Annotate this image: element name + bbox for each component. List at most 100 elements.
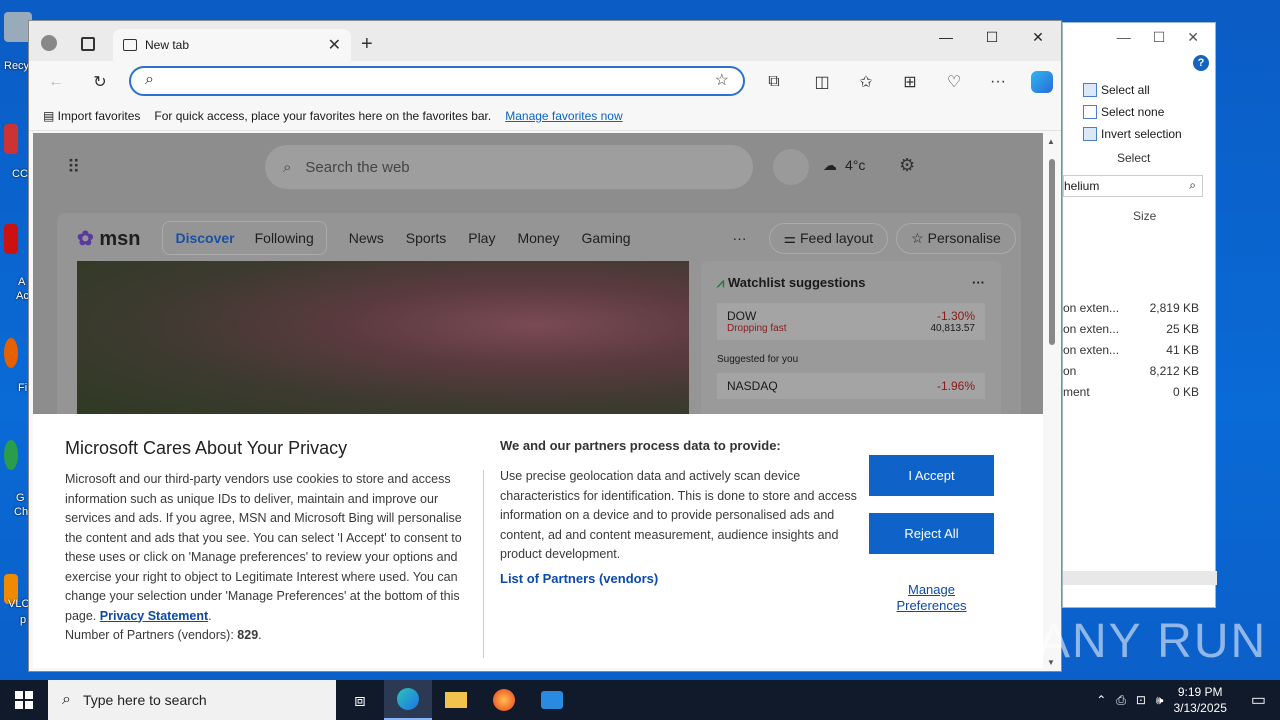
collections-icon[interactable]: ⊞: [899, 71, 921, 93]
file-row[interactable]: on exten... 25 KB: [1063, 322, 1199, 336]
close-icon[interactable]: ✕: [1015, 21, 1061, 53]
copilot-icon[interactable]: [1031, 71, 1053, 93]
page-scrollbar[interactable]: ▲ ▼: [1047, 137, 1057, 667]
page-settings-icon[interactable]: ⚙: [899, 155, 915, 176]
weather-widget[interactable]: ☁ 4°c: [823, 157, 865, 174]
suggested-label: Suggested for you: [717, 354, 799, 365]
msn-feed-card: ✿ msn Discover Following News Sports Pla…: [57, 213, 1021, 415]
nav-gaming[interactable]: Gaming: [582, 230, 631, 246]
new-tab-button[interactable]: +: [361, 33, 373, 56]
select-none-button[interactable]: Select none: [1083, 101, 1223, 123]
clock[interactable]: 9:19 PM 3/13/2025: [1173, 684, 1226, 716]
invert-selection-icon: [1083, 127, 1097, 141]
notifications-icon[interactable]: ▭: [1251, 690, 1266, 710]
msn-logo[interactable]: ✿ msn: [77, 226, 140, 251]
edge-browser-window: New tab ✕ + — ☐ ✕ ← ↻ ⌕ ☆ ⧉ ◫ ✩ ⊞ ♡ ··· …: [28, 20, 1062, 672]
invert-selection-label: Invert selection: [1101, 127, 1182, 141]
tab-new-tab[interactable]: New tab ✕: [113, 29, 351, 61]
nav-sports[interactable]: Sports: [406, 230, 446, 246]
nav-play[interactable]: Play: [468, 230, 495, 246]
reject-all-button[interactable]: Reject All: [869, 513, 994, 554]
select-group-label: Select: [1117, 151, 1151, 165]
minimize-icon[interactable]: —: [1117, 29, 1131, 45]
favorites-bar-message: For quick access, place your favorites h…: [154, 108, 492, 123]
more-options-icon[interactable]: ···: [972, 275, 985, 291]
volume-icon[interactable]: 🕪: [1156, 693, 1164, 708]
extensions-icon[interactable]: ⧉: [763, 71, 785, 93]
maximize-icon[interactable]: ☐: [969, 21, 1015, 53]
browser-essentials-icon[interactable]: ♡: [943, 71, 965, 93]
nav-more-icon[interactable]: ···: [733, 230, 747, 246]
maximize-icon[interactable]: ☐: [1153, 29, 1166, 46]
nav-money[interactable]: Money: [517, 230, 559, 246]
start-button[interactable]: [0, 680, 48, 720]
hero-image[interactable]: [77, 261, 689, 415]
file-row[interactable]: ment 0 KB: [1063, 385, 1199, 399]
partners-list-link[interactable]: List of Partners (vendors): [500, 571, 858, 586]
favorite-star-icon[interactable]: ☆: [715, 70, 729, 90]
profile-icon[interactable]: [41, 35, 57, 51]
invert-selection-button[interactable]: Invert selection: [1083, 123, 1223, 145]
file-row[interactable]: on exten... 2,819 KB: [1063, 301, 1199, 315]
help-icon[interactable]: ?: [1193, 55, 1209, 71]
chrome-icon[interactable]: [4, 440, 18, 470]
explorer-horizontal-scrollbar[interactable]: [1063, 571, 1217, 585]
device-icon[interactable]: ⎙: [1116, 693, 1126, 708]
scroll-up-icon[interactable]: ▲: [1047, 137, 1057, 146]
search-icon: ⌕: [145, 71, 154, 88]
stock-row[interactable]: NASDAQ -1.96%: [717, 373, 985, 399]
apps-grid-icon[interactable]: ⠿: [67, 157, 80, 178]
explorer-titlebar: — ☐ ✕: [1063, 23, 1215, 51]
web-search-box[interactable]: ⌕ Search the web: [265, 145, 753, 189]
desktop-icon-label: Fi: [18, 382, 28, 394]
import-favorites-button[interactable]: ▤ Import favorites: [43, 109, 140, 123]
edge-taskbar-icon[interactable]: [384, 680, 432, 720]
explorer-search-input[interactable]: helium ⌕: [1063, 175, 1203, 197]
ccleaner-icon[interactable]: [4, 124, 18, 154]
task-view-icon[interactable]: ⧈: [336, 680, 384, 720]
privacy-consent-dialog: Microsoft Cares About Your Privacy Micro…: [33, 414, 1043, 668]
manage-preferences-link[interactable]: Manage Preferences: [869, 582, 994, 614]
stock-row[interactable]: DOW Dropping fast -1.30% 40,813.57: [717, 303, 985, 340]
period: .: [258, 628, 262, 642]
privacy-statement-link[interactable]: Privacy Statement: [100, 609, 208, 623]
taskbar-search[interactable]: ⌕ Type here to search: [48, 680, 336, 720]
address-bar[interactable]: ⌕ ☆: [129, 66, 745, 96]
chevron-up-icon[interactable]: ⌃: [1096, 693, 1106, 707]
manage-favorites-link[interactable]: Manage favorites now: [505, 109, 622, 123]
file-size: 25 KB: [1166, 322, 1199, 336]
personalise-button[interactable]: ☆ Personalise: [896, 222, 1016, 254]
watchlist-header: ⩘ Watchlist suggestions ···: [717, 275, 985, 291]
network-icon[interactable]: ⊡: [1136, 693, 1146, 707]
nav-pill: Discover Following: [162, 221, 327, 255]
firefox-taskbar-icon[interactable]: [480, 680, 528, 720]
file-row[interactable]: on 8,212 KB: [1063, 364, 1199, 378]
close-tab-icon[interactable]: ✕: [328, 35, 341, 55]
tab-actions-icon[interactable]: [81, 37, 95, 51]
desktop-icon-label: p: [20, 614, 27, 626]
select-all-button[interactable]: Select all: [1083, 79, 1223, 101]
app-taskbar-icon[interactable]: [528, 680, 576, 720]
minimize-icon[interactable]: —: [923, 21, 969, 53]
close-icon[interactable]: ✕: [1187, 29, 1199, 46]
data-processing-title: We and our partners process data to prov…: [500, 438, 781, 453]
size-column-header[interactable]: Size: [1133, 209, 1156, 223]
desktop-icon-label: A: [18, 276, 26, 288]
nav-discover[interactable]: Discover: [175, 230, 234, 246]
firefox-icon[interactable]: [4, 338, 18, 368]
nav-news[interactable]: News: [349, 230, 384, 246]
acrobat-icon[interactable]: [4, 224, 18, 254]
refresh-icon[interactable]: ↻: [89, 71, 111, 93]
favorites-icon[interactable]: ✩: [855, 71, 877, 93]
scrollbar-thumb[interactable]: [1049, 159, 1055, 345]
split-screen-icon[interactable]: ◫: [811, 71, 833, 93]
copilot-icon[interactable]: [773, 149, 809, 185]
feed-layout-button[interactable]: ⚌ Feed layout: [768, 222, 889, 254]
settings-more-icon[interactable]: ···: [987, 71, 1009, 93]
file-row[interactable]: on exten... 41 KB: [1063, 343, 1199, 357]
file-explorer-taskbar-icon[interactable]: [432, 680, 480, 720]
nav-following[interactable]: Following: [255, 230, 314, 246]
data-processing-body: Use precise geolocation data and activel…: [500, 469, 857, 561]
accept-button[interactable]: I Accept: [869, 455, 994, 496]
back-icon[interactable]: ←: [45, 71, 67, 93]
